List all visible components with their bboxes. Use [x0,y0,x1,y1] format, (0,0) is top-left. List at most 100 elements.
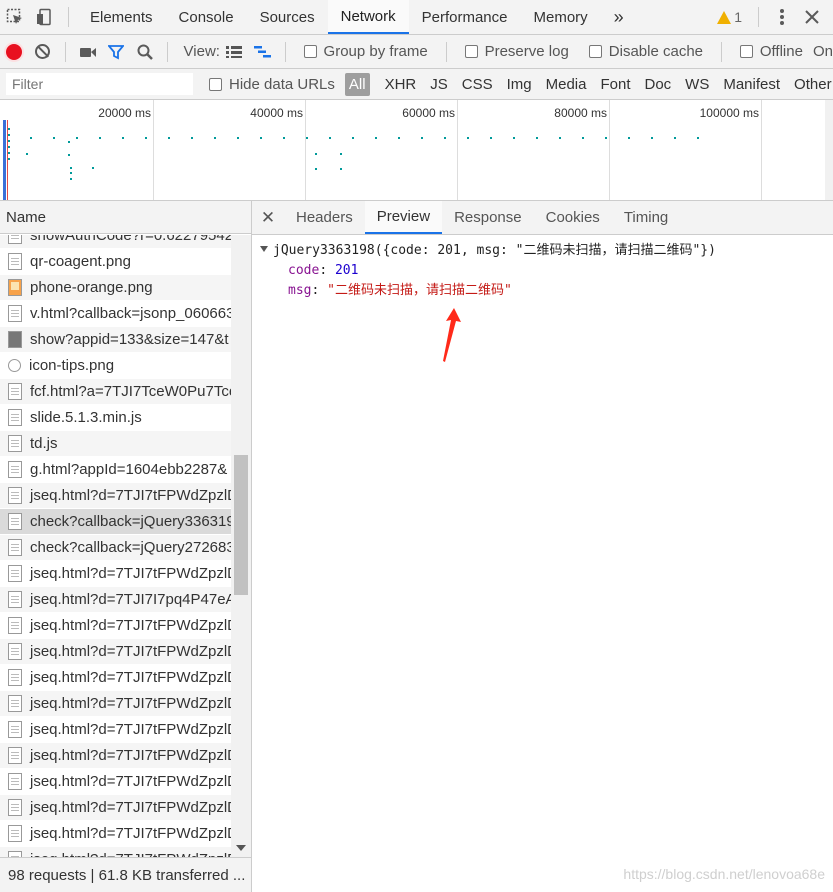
close-detail-icon[interactable]: ✕ [252,201,284,234]
document-file-icon [8,565,22,582]
tab-cookies[interactable]: Cookies [534,201,612,234]
clear-button[interactable] [28,35,56,68]
expand-triangle-icon[interactable] [260,246,268,252]
hide-data-urls-checkbox[interactable]: Hide data URLs [209,76,335,93]
request-row[interactable]: check?callback=jQuery272683 [0,535,231,561]
filter-type-manifest[interactable]: Manifest [716,76,787,93]
request-row[interactable]: jseq.html?d=7TJI7tFPWdZpzlD [0,821,231,847]
request-row[interactable]: jseq.html?d=7TJI7tFPWdZpzlD [0,691,231,717]
warnings-count: 1 [734,9,742,25]
name-column-header[interactable]: Name [0,201,251,234]
scrollbar-thumb[interactable] [234,455,248,595]
request-row[interactable]: jseq.html?d=7TJI7tFPWdZpzlD [0,613,231,639]
tab-memory[interactable]: Memory [521,0,601,34]
more-tabs-button[interactable]: » [601,0,637,34]
filter-type-img[interactable]: Img [500,76,539,93]
request-row[interactable]: fcf.html?a=7TJI7TceW0Pu7Tce. [0,379,231,405]
tab-performance[interactable]: Performance [409,0,521,34]
search-icon [137,44,153,60]
tab-timing[interactable]: Timing [612,201,680,234]
document-file-icon [8,669,22,686]
request-row[interactable]: jseq.html?d=7TJI7tFPWdZpzlD [0,795,231,821]
request-name: qr-coagent.png [30,253,131,270]
info-file-icon [8,359,21,372]
overview-request-mark [444,137,446,139]
scroll-down-icon[interactable] [236,845,246,851]
overview-request-mark [697,137,699,139]
group-by-frame-checkbox[interactable]: Group by frame [303,43,428,60]
filter-type-all[interactable]: All [344,72,370,96]
document-file-icon [8,799,22,816]
inspect-element-icon[interactable] [0,0,30,34]
offline-checkbox[interactable]: Offline [739,43,803,60]
warnings-counter[interactable]: 1 [709,9,750,25]
tab-sources[interactable]: Sources [247,0,328,34]
tab-preview[interactable]: Preview [364,201,443,234]
request-row[interactable]: jseq.html?d=7TJI7tFPWdZpzlD [0,639,231,665]
json-key: code [288,263,320,278]
request-row[interactable]: v.html?callback=jsonp_060663 [0,301,231,327]
filter-type-font[interactable]: Font [593,76,637,93]
request-row[interactable]: jseq.html?d=7TJI7tFPWdZpzlD [0,665,231,691]
request-name: jseq.html?d=7TJI7tFPWdZpzlD [30,799,231,816]
request-row[interactable]: jseq.html?d=7TJI7tFPWdZpzlD [0,847,231,857]
request-row[interactable]: jseq.html?d=7TJI7tFPWdZpzlD [0,717,231,743]
request-row[interactable]: phone-orange.png [0,275,231,301]
request-list-scrollbar[interactable] [231,235,251,857]
request-row[interactable]: td.js [0,431,231,457]
json-summary: jQuery3363198({code: 201, msg: "二维码未扫描，请… [273,243,716,258]
tab-elements[interactable]: Elements [77,0,166,34]
overview-scrollbar[interactable] [825,100,833,200]
throttling-select[interactable]: On [813,43,833,60]
annotation-arrow-icon [443,308,461,362]
request-row[interactable]: g.html?appId=1604ebb2287& [0,457,231,483]
large-rows-button[interactable] [220,35,248,68]
filter-type-doc[interactable]: Doc [637,76,678,93]
filter-type-other[interactable]: Other [787,76,833,93]
request-row[interactable]: jseq.html?d=7TJI7tFPWdZpzlD [0,743,231,769]
record-icon [6,43,23,60]
waterfall-view-button[interactable] [248,35,276,68]
request-row[interactable]: jseq.html?d=7TJI7tFPWdZpzlD [0,769,231,795]
network-toolbar: View: Group by frame Preserve log Disabl… [0,35,833,69]
overview-request-mark [340,153,342,155]
capture-screenshots-button[interactable] [74,35,102,68]
close-devtools-icon[interactable] [797,0,827,34]
filter-type-media[interactable]: Media [539,76,594,93]
request-row[interactable]: show?appid=133&size=147&t [0,327,231,353]
request-row[interactable]: slide.5.1.3.min.js [0,405,231,431]
search-button[interactable] [130,35,158,68]
tab-console[interactable]: Console [166,0,247,34]
filter-type-js[interactable]: JS [423,76,455,93]
status-bar: 98 requests | 61.8 KB transferred ... [0,857,251,892]
request-row[interactable]: showAuthCode?r=0.62279542 [0,235,231,249]
request-row[interactable]: jseq.html?d=7TJI7tFPWdZpzlD [0,561,231,587]
request-row[interactable]: qr-coagent.png [0,249,231,275]
request-row[interactable]: check?callback=jQuery336319 [0,509,231,535]
video-camera-icon [79,47,96,57]
request-row[interactable]: jseq.html?d=7TJI7tFPWdZpzlD [0,483,231,509]
separator [68,7,69,27]
document-file-icon [8,721,22,738]
request-row[interactable]: jseq.html?d=7TJI7I7pq4P47eA [0,587,231,613]
separator [758,7,759,27]
device-toolbar-icon[interactable] [30,0,60,34]
filter-type-ws[interactable]: WS [678,76,716,93]
tab-network[interactable]: Network [327,0,409,34]
tab-response[interactable]: Response [442,201,534,234]
json-root-node[interactable]: jQuery3363198({code: 201, msg: "二维码未扫描，请… [260,241,833,261]
record-button[interactable] [0,35,28,68]
tab-headers[interactable]: Headers [284,201,365,234]
filter-type-xhr[interactable]: XHR [378,76,424,93]
request-row[interactable]: icon-tips.png [0,353,231,379]
disable-cache-checkbox[interactable]: Disable cache [588,43,703,60]
filter-input[interactable] [6,73,193,95]
request-name: jseq.html?d=7TJI7tFPWdZpzlD [30,695,231,712]
kebab-menu-icon[interactable] [767,0,797,34]
filter-type-css[interactable]: CSS [455,76,500,93]
network-overview[interactable]: 20000 ms 40000 ms 60000 ms 80000 ms 1000… [0,100,833,201]
filter-button[interactable] [102,35,130,68]
overview-request-mark [467,137,469,139]
overview-tick-label: 40000 ms [250,106,303,120]
preserve-log-checkbox[interactable]: Preserve log [464,43,569,60]
